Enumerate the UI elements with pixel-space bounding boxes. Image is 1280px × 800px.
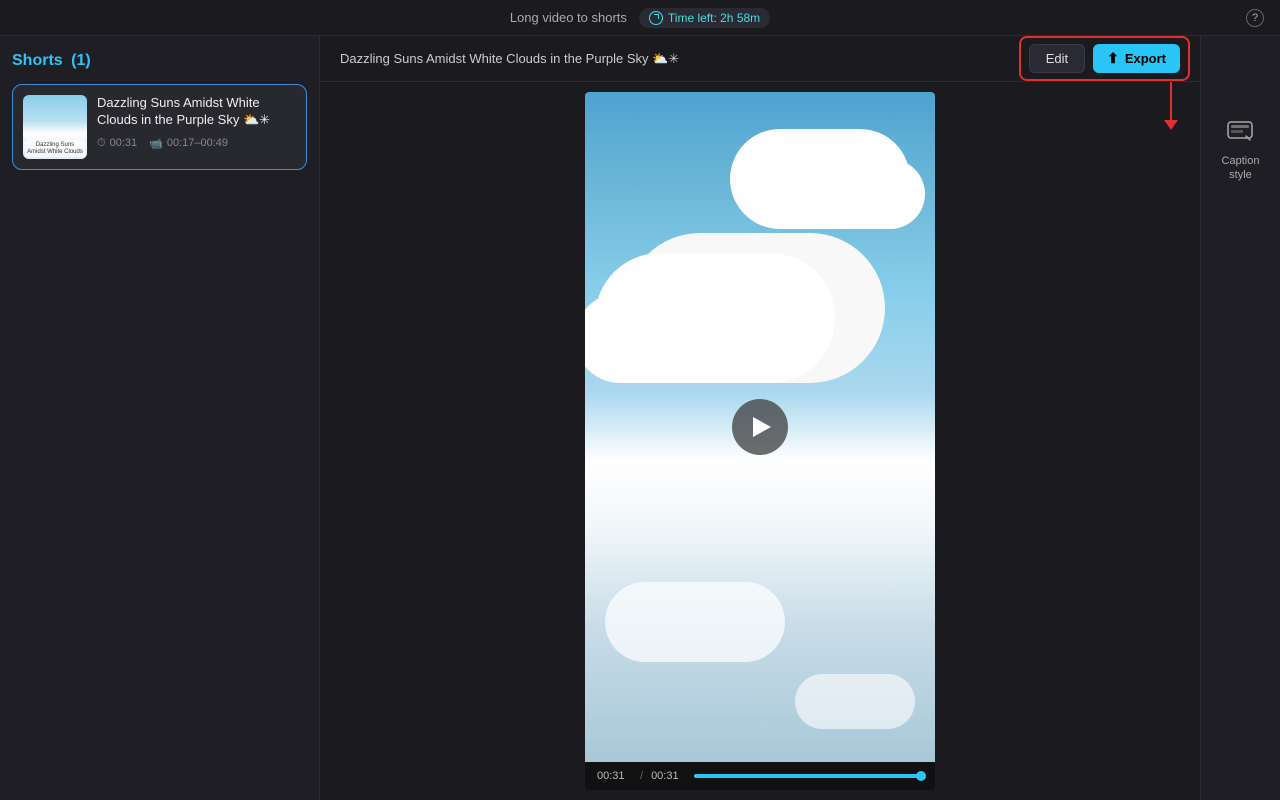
sidebar-count: (1) bbox=[71, 52, 91, 69]
header-actions-wrapper: Edit ⬆ Export bbox=[1029, 44, 1180, 73]
player-wrapper: 00:31 / 00:31 bbox=[585, 92, 935, 790]
help-button[interactable]: ? bbox=[1246, 9, 1264, 27]
export-icon: ⬆ bbox=[1107, 50, 1119, 67]
meta-duration: ⏱ 00:31 bbox=[97, 137, 137, 150]
clock-icon bbox=[649, 11, 663, 25]
right-panel: Captionstyle bbox=[1200, 36, 1280, 800]
export-button[interactable]: ⬆ Export bbox=[1093, 44, 1180, 73]
cloud-4 bbox=[795, 674, 915, 729]
time-total: 00:31 bbox=[651, 770, 686, 782]
time-separator: / bbox=[640, 770, 643, 782]
meta-segment: 📹 00:17–00:49 bbox=[149, 137, 228, 150]
time-badge: Time left: 2h 58m bbox=[639, 8, 770, 28]
center-area: Dazzling Suns Amidst White Clouds in the… bbox=[320, 36, 1200, 800]
clock-small-icon: ⏱ bbox=[97, 137, 106, 150]
caption-style-icon bbox=[1222, 112, 1258, 148]
player-area: 00:31 / 00:31 bbox=[320, 82, 1200, 800]
edit-button[interactable]: Edit bbox=[1029, 44, 1085, 73]
progress-fill bbox=[694, 774, 923, 778]
progress-dot bbox=[916, 771, 926, 781]
sidebar-header: Shorts (1) bbox=[12, 52, 307, 70]
center-header: Dazzling Suns Amidst White Clouds in the… bbox=[320, 36, 1200, 82]
progress-bar-container: 00:31 / 00:31 bbox=[585, 762, 935, 790]
progress-time-row: 00:31 / 00:31 bbox=[597, 770, 923, 782]
thumb-sky: Dazzling Suns Amidst White Clouds bbox=[23, 95, 87, 159]
video-card[interactable]: Dazzling Suns Amidst White Clouds Dazzli… bbox=[12, 84, 307, 170]
main-content: Shorts (1) Dazzling Suns Amidst White Cl… bbox=[0, 36, 1280, 800]
cloud-1 bbox=[585, 293, 775, 383]
progress-track[interactable] bbox=[694, 774, 923, 778]
video-title-header: Dazzling Suns Amidst White Clouds in the… bbox=[340, 51, 679, 67]
thumb-label: Dazzling Suns Amidst White Clouds bbox=[25, 141, 85, 157]
header-actions: Edit ⬆ Export bbox=[1029, 44, 1180, 73]
time-left-label: Time left: 2h 58m bbox=[668, 11, 760, 25]
video-info: Dazzling Suns Amidst White Clouds in the… bbox=[97, 95, 296, 159]
play-button[interactable] bbox=[732, 399, 788, 455]
sidebar: Shorts (1) Dazzling Suns Amidst White Cl… bbox=[0, 36, 320, 800]
video-card-title: Dazzling Suns Amidst White Clouds in the… bbox=[97, 95, 296, 129]
app-title: Long video to shorts bbox=[510, 10, 627, 25]
video-meta: ⏱ 00:31 📹 00:17–00:49 bbox=[97, 137, 296, 150]
film-icon: 📹 bbox=[149, 137, 163, 150]
cloud-3 bbox=[605, 582, 785, 662]
top-bar-center: Long video to shorts Time left: 2h 58m bbox=[510, 8, 770, 28]
top-bar: Long video to shorts Time left: 2h 58m ? bbox=[0, 0, 1280, 36]
play-icon bbox=[753, 417, 771, 437]
sidebar-title: Shorts (1) bbox=[12, 52, 91, 70]
cloud-2 bbox=[775, 159, 925, 229]
video-frame[interactable] bbox=[585, 92, 935, 762]
caption-style-button[interactable]: Captionstyle bbox=[1222, 112, 1260, 183]
time-current: 00:31 bbox=[597, 770, 632, 782]
caption-style-label: Captionstyle bbox=[1222, 154, 1260, 183]
video-thumbnail: Dazzling Suns Amidst White Clouds bbox=[23, 95, 87, 159]
